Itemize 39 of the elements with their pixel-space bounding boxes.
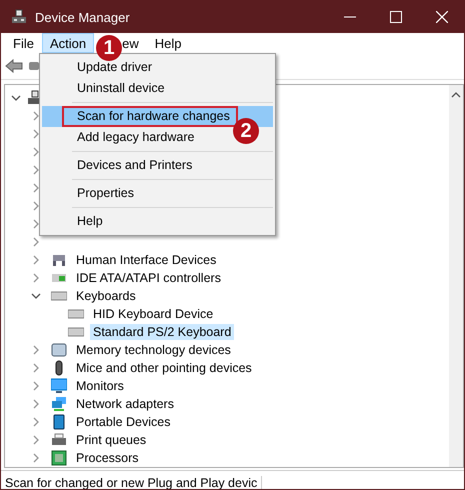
tree-item[interactable]: Mice and other pointing devices <box>73 360 255 376</box>
chip-icon <box>51 450 67 466</box>
tablet-icon <box>51 414 67 430</box>
printer-icon <box>51 432 67 448</box>
network-icon <box>51 396 67 412</box>
menu-item[interactable]: Add legacy hardware <box>75 127 196 148</box>
menu-item[interactable]: ew <box>120 33 147 53</box>
back-arrow-icon[interactable] <box>5 59 23 73</box>
device-manager-icon <box>11 9 27 25</box>
scrollbar[interactable] <box>449 85 463 467</box>
tree-item[interactable]: Memory technology devices <box>73 342 234 358</box>
tree-item[interactable]: Human Interface Devices <box>73 252 220 268</box>
expand-chevron-icon[interactable] <box>11 93 21 103</box>
tree-item[interactable]: Keyboards <box>73 288 139 304</box>
monitor-icon <box>51 378 67 394</box>
tree-item[interactable]: Portable Devices <box>73 414 174 430</box>
window-title: Device Manager <box>35 10 130 24</box>
tree-item[interactable]: IDE ATA/ATAPI controllers <box>73 270 224 286</box>
memory-card-icon <box>51 342 67 358</box>
expand-chevron-icon[interactable] <box>31 291 41 301</box>
toolbar-icon[interactable] <box>29 59 39 73</box>
menu-item[interactable]: Help <box>75 211 105 232</box>
tree-item[interactable]: Monitors <box>73 378 127 394</box>
menu-item[interactable]: Uninstall device <box>75 78 167 99</box>
step-badge: 1 <box>96 35 122 61</box>
tree-item[interactable]: Print queues <box>73 432 150 448</box>
scroll-up-icon[interactable] <box>451 91 461 99</box>
device-icon <box>51 252 67 268</box>
menu-item[interactable]: Help <box>146 33 190 53</box>
tree-item[interactable]: Network adapters <box>73 396 177 412</box>
tree-item[interactable]: Standard PS/2 Keyboard <box>90 324 234 340</box>
menu-item[interactable]: Action <box>42 33 94 53</box>
menu-item[interactable]: Properties <box>75 183 136 204</box>
close-icon[interactable] <box>436 11 448 23</box>
menu-item[interactable]: Devices and Printers <box>75 155 194 176</box>
menu-item[interactable]: File <box>5 33 42 53</box>
tree-item[interactable]: HID Keyboard Device <box>90 306 216 322</box>
maximize-icon[interactable] <box>390 11 402 23</box>
tree-item[interactable]: Processors <box>73 450 142 466</box>
